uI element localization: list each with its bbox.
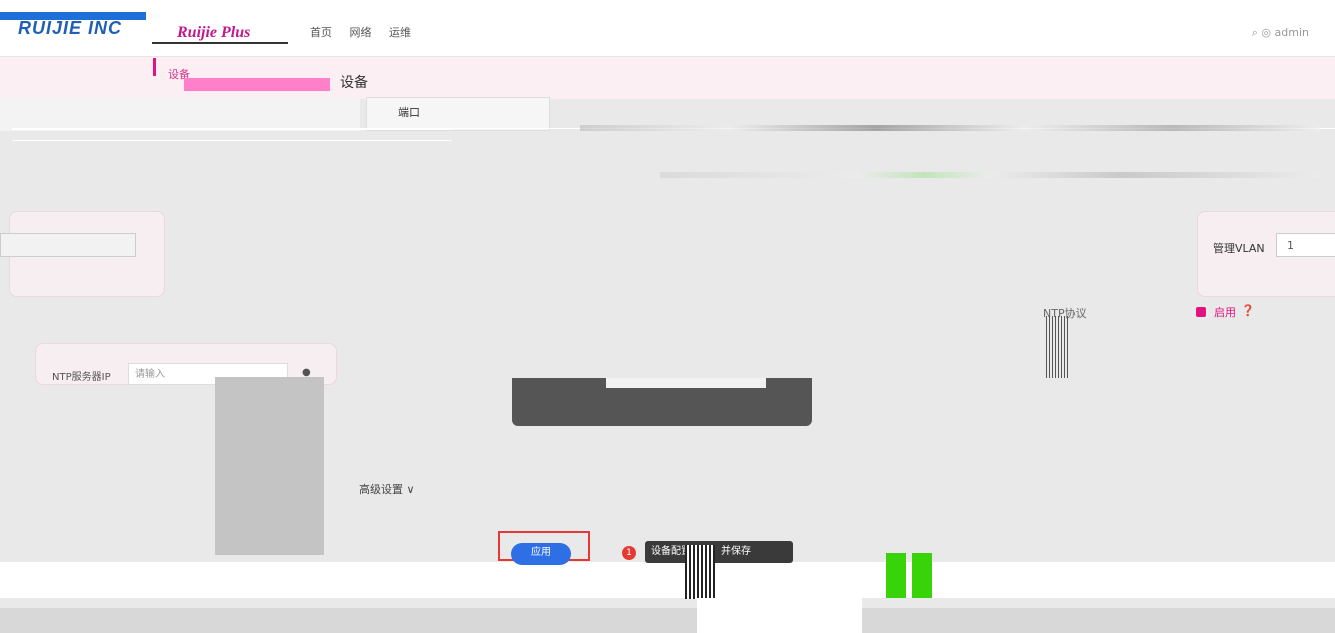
bars-graphic — [685, 545, 715, 599]
bottom-strip — [0, 608, 1335, 633]
management-vlan-label: 管理VLAN — [1213, 242, 1265, 255]
port-tab-label: 端口 — [398, 106, 420, 119]
username: admin — [1274, 26, 1309, 39]
divider — [12, 140, 452, 141]
user-menu[interactable]: ⌕ ◎ admin — [1252, 26, 1309, 40]
top-nav: 首页 网络 运维 — [310, 24, 425, 40]
nav-item-ops[interactable]: 运维 — [389, 26, 411, 39]
nav-item-network[interactable]: 网络 — [350, 26, 372, 39]
divider — [12, 128, 452, 130]
gray-panel — [215, 377, 324, 555]
logo: RUIJIE INC — [18, 18, 123, 38]
highlight-bar — [184, 78, 330, 91]
status-row — [660, 172, 1320, 178]
management-vlan-input[interactable]: 1 — [1276, 233, 1335, 257]
page-title: 设备 — [340, 75, 368, 91]
bottom-gap — [697, 598, 862, 633]
apply-button[interactable]: 应用 — [511, 543, 571, 565]
port-tab[interactable] — [366, 97, 550, 131]
active-indicator — [153, 58, 156, 76]
overlay-strip — [606, 378, 766, 388]
text-field[interactable] — [0, 233, 136, 257]
avatar-icon: ◎ — [1261, 26, 1272, 39]
enable-label: 启用 — [1214, 306, 1236, 319]
left-strip — [0, 97, 360, 131]
search-icon[interactable]: ⌕ — [1252, 26, 1258, 39]
green-bar — [886, 553, 906, 598]
brand-name[interactable]: Ruijie Plus — [177, 24, 250, 42]
ntp-bars — [1046, 316, 1070, 378]
ntp-server-label: NTP服务器IP — [52, 372, 111, 383]
step-badge: 1 — [622, 546, 636, 560]
advanced-settings-toggle[interactable]: 高级设置 ∨ — [359, 481, 415, 497]
green-bar — [912, 553, 932, 598]
question-circle-icon[interactable]: ❓ — [1241, 304, 1255, 317]
apply-tooltip: 设备配置下发，并保存 — [645, 541, 793, 563]
enable-checkbox[interactable] — [1196, 307, 1206, 317]
nav-item-home[interactable]: 首页 — [310, 26, 332, 39]
brand-underline — [152, 42, 288, 44]
toolbar-row — [580, 125, 1320, 131]
footer-bar — [0, 562, 1335, 598]
